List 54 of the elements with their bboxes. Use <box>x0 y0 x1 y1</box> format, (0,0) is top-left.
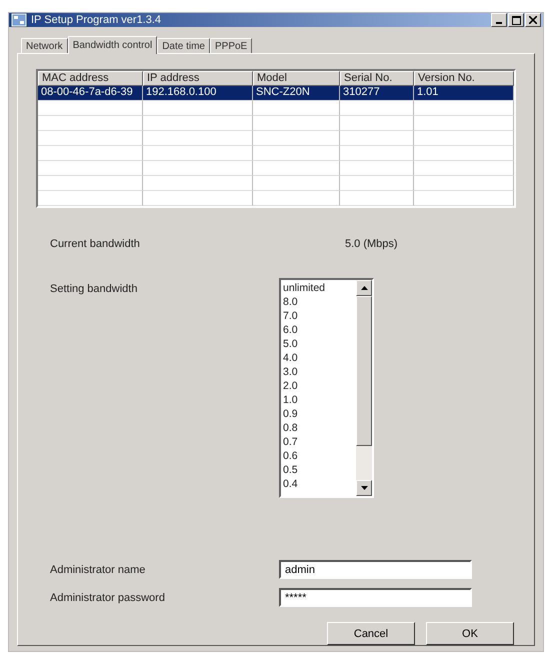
list-item[interactable]: 6.0 <box>283 323 354 337</box>
tab[interactable]: Bandwidth control <box>68 36 158 54</box>
name-field[interactable]: admin <box>279 560 472 579</box>
list-item[interactable]: 7.0 <box>283 309 354 323</box>
close-icon <box>529 16 537 24</box>
list-item[interactable]: 1.0 <box>283 393 354 407</box>
list-item[interactable]: 3.0 <box>283 365 354 379</box>
table-cell: 08-00-46-7a-d6-39 <box>38 86 143 101</box>
field-label: Administrator password <box>49 592 166 604</box>
dialog-button[interactable]: OK <box>426 622 514 645</box>
column-header[interactable]: Model <box>253 71 340 86</box>
scrollbar[interactable] <box>356 280 372 496</box>
column-header[interactable]: Version No. <box>414 71 514 86</box>
field-label: Administrator name <box>49 564 146 576</box>
list-item[interactable]: 0.4 <box>283 477 354 491</box>
network-icon <box>11 13 27 27</box>
field-label: Current bandwidth <box>49 238 141 250</box>
list-item[interactable]: 0.8 <box>283 421 354 435</box>
tab[interactable]: Date time <box>157 38 210 53</box>
list-item[interactable]: 4.0 <box>283 351 354 365</box>
list-item[interactable]: unlimited <box>283 281 354 295</box>
minimize-icon <box>496 22 502 24</box>
tab[interactable]: Network <box>21 38 68 53</box>
table-cell: 192.168.0.100 <box>143 86 253 101</box>
password-field[interactable]: ***** <box>279 588 472 607</box>
up-arrow-icon <box>360 286 368 290</box>
list-item[interactable]: 0.5 <box>283 463 354 477</box>
tab[interactable]: PPPoE <box>210 38 252 53</box>
minimize-button[interactable] <box>491 13 507 27</box>
table-cell: 310277 <box>340 86 414 101</box>
list-item[interactable]: 0.6 <box>283 449 354 463</box>
list-item[interactable]: 5.0 <box>283 337 354 351</box>
column-header[interactable]: MAC address <box>38 71 143 86</box>
list-item[interactable]: 8.0 <box>283 295 354 309</box>
list-item[interactable]: 2.0 <box>283 379 354 393</box>
table-row[interactable]: 08-00-46-7a-d6-39 192.168.0.100 SNC-Z20N 310277 1.01 <box>38 86 514 101</box>
scroll-up-button[interactable] <box>356 280 372 296</box>
list-item[interactable]: 0.7 <box>283 435 354 449</box>
bandwidth-list[interactable]: unlimited 8.0 7.0 6.0 5.0 4.0 3.0 2.0 1.0 0.9 0.8 0.7 0.6 0.5 0.4 <box>279 278 374 498</box>
table-cell: 1.01 <box>414 86 514 101</box>
window-title: IP Setup Program ver1.3.4 <box>31 14 162 26</box>
column-header[interactable]: IP address <box>143 71 253 86</box>
bandwidth-value: 5.0 (Mbps) <box>344 238 398 250</box>
maximize-icon <box>512 16 520 24</box>
close-button[interactable] <box>525 13 541 27</box>
field-label: Setting bandwidth <box>49 283 138 295</box>
scroll-thumb[interactable] <box>356 296 372 446</box>
down-arrow-icon <box>360 486 368 490</box>
table-cell: SNC-Z20N <box>253 86 340 101</box>
maximize-button[interactable] <box>508 13 524 27</box>
scroll-down-button[interactable] <box>356 480 372 496</box>
column-header[interactable]: Serial No. <box>340 71 414 86</box>
list-item[interactable]: 0.9 <box>283 407 354 421</box>
dialog-button[interactable]: Cancel <box>327 622 415 645</box>
